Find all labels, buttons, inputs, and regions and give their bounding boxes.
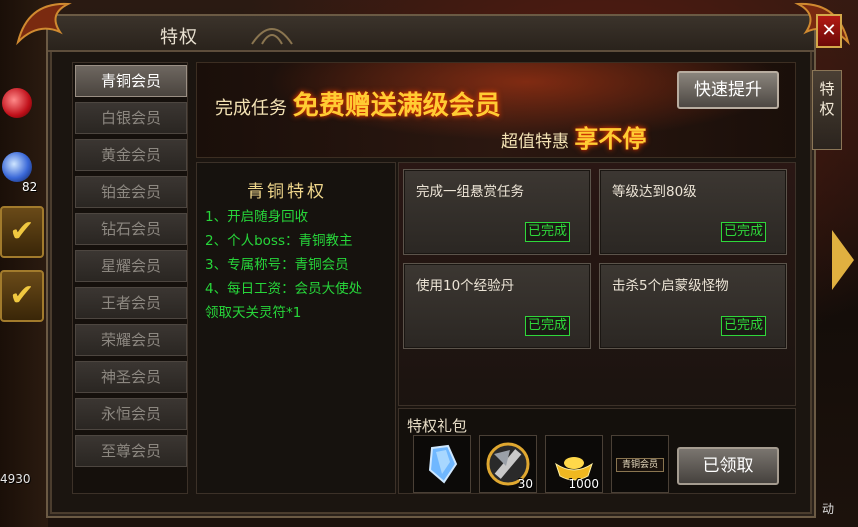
- banner-line1-highlight: 免费赠送满级会员: [292, 91, 501, 121]
- promo-banner: 完成任务 免费赠送满级会员 超值特惠 享不停 快速提升: [196, 62, 796, 158]
- banner-line2-prefix: 超值特惠: [501, 132, 569, 152]
- banner-line1-prefix: 完成任务: [215, 98, 287, 119]
- side-tab-label: 特 权: [819, 80, 835, 118]
- member-tier-list: 青铜会员 白银会员 黄金会员 铂金会员 钻石会员 星耀会员 王者会员 荣耀会员 …: [72, 62, 188, 494]
- task-status-badge: 已完成: [720, 222, 766, 242]
- tier-tab-glory[interactable]: 荣耀会员: [75, 324, 187, 356]
- potion-count: 82: [22, 180, 38, 194]
- expand-arrow-icon[interactable]: [832, 230, 854, 290]
- dragon-ornament-icon: [16, 2, 72, 46]
- quick-upgrade-button[interactable]: 快速提升: [677, 71, 779, 109]
- gift-title: 特权礼包: [407, 417, 468, 435]
- quest-check-icon[interactable]: ✔: [0, 270, 44, 322]
- tier-tab-diamond[interactable]: 钻石会员: [75, 213, 187, 245]
- task-name: 使用10个经验丹: [416, 278, 515, 294]
- tier-tab-silver[interactable]: 白银会员: [75, 102, 187, 134]
- privilege-line: 1、开启随身回收: [205, 209, 309, 225]
- mp-potion-icon[interactable]: [2, 152, 32, 182]
- title-badge-icon: 青铜会员: [616, 458, 664, 472]
- hp-potion-icon[interactable]: [2, 88, 32, 118]
- blue-crystal-icon: [428, 444, 458, 484]
- gift-slot[interactable]: 青铜会员: [611, 435, 669, 493]
- tier-tab-divine[interactable]: 神圣会员: [75, 361, 187, 393]
- gift-qty: 1000: [568, 477, 599, 491]
- task-grid: 完成一组悬赏任务 已完成 等级达到80级 已完成 使用10个经验丹 已完成 击杀…: [398, 162, 796, 406]
- title-bar[interactable]: 特权: [48, 16, 814, 52]
- tier-tab-gold[interactable]: 黄金会员: [75, 139, 187, 171]
- privilege-line: 领取天关灵符*1: [205, 305, 302, 321]
- tier-tab-star[interactable]: 星耀会员: [75, 250, 187, 282]
- privilege-description: 青铜特权 1、开启随身回收 2、个人boss：青铜教主 3、专属称号：青铜会员 …: [196, 162, 396, 494]
- tier-tab-bronze[interactable]: 青铜会员: [75, 65, 187, 97]
- hud-number: 4930: [0, 472, 31, 486]
- privilege-line: 3、专属称号：青铜会员: [205, 257, 349, 273]
- privilege-window: 特权 青铜会员 白银会员 黄金会员 铂金会员 钻石会员 星耀会员 王者会员 荣耀…: [16, 2, 850, 518]
- gift-qty: 30: [517, 477, 533, 491]
- tier-tab-king[interactable]: 王者会员: [75, 287, 187, 319]
- gift-slot[interactable]: 1000: [545, 435, 603, 493]
- task-status-badge: 已完成: [524, 222, 570, 242]
- hud-right-text: 动: [822, 502, 835, 516]
- claimed-button[interactable]: 已领取: [677, 447, 779, 485]
- task-name: 等级达到80级: [612, 184, 697, 200]
- gift-slot[interactable]: [413, 435, 471, 493]
- gift-slot[interactable]: 30: [479, 435, 537, 493]
- left-hud-strip: 82 ✔ ✔ 4930: [0, 0, 48, 527]
- gift-pack: 特权礼包 30 1000 青铜会员 已领取: [398, 408, 796, 494]
- privilege-line: 2、个人boss：青铜教主: [205, 233, 353, 249]
- tier-tab-supreme[interactable]: 至尊会员: [75, 435, 187, 467]
- banner-line2-highlight: 享不停: [574, 124, 647, 153]
- ornament-icon: [251, 28, 293, 45]
- task-card: 等级达到80级 已完成: [599, 169, 787, 255]
- window-title: 特权: [160, 27, 198, 48]
- banner-headline: 完成任务 免费赠送满级会员: [215, 85, 501, 122]
- quest-check-icon[interactable]: ✔: [0, 206, 44, 258]
- task-status-badge: 已完成: [524, 316, 570, 336]
- task-status-badge: 已完成: [720, 316, 766, 336]
- close-button[interactable]: ✕: [816, 14, 842, 48]
- tier-tab-platinum[interactable]: 铂金会员: [75, 176, 187, 208]
- privilege-list: 1、开启随身回收 2、个人boss：青铜教主 3、专属称号：青铜会员 4、每日工…: [205, 205, 362, 325]
- banner-subline: 超值特惠 享不停: [501, 119, 646, 154]
- privilege-line: 4、每日工资：会员大使处: [205, 281, 363, 297]
- privilege-title: 青铜特权: [247, 182, 327, 202]
- task-card: 使用10个经验丹 已完成: [403, 263, 591, 349]
- task-name: 击杀5个启蒙级怪物: [612, 278, 729, 294]
- tier-tab-eternal[interactable]: 永恒会员: [75, 398, 187, 430]
- task-name: 完成一组悬赏任务: [416, 184, 524, 200]
- task-card: 完成一组悬赏任务 已完成: [403, 169, 591, 255]
- tab-privilege[interactable]: 特 权: [812, 70, 842, 150]
- task-card: 击杀5个启蒙级怪物 已完成: [599, 263, 787, 349]
